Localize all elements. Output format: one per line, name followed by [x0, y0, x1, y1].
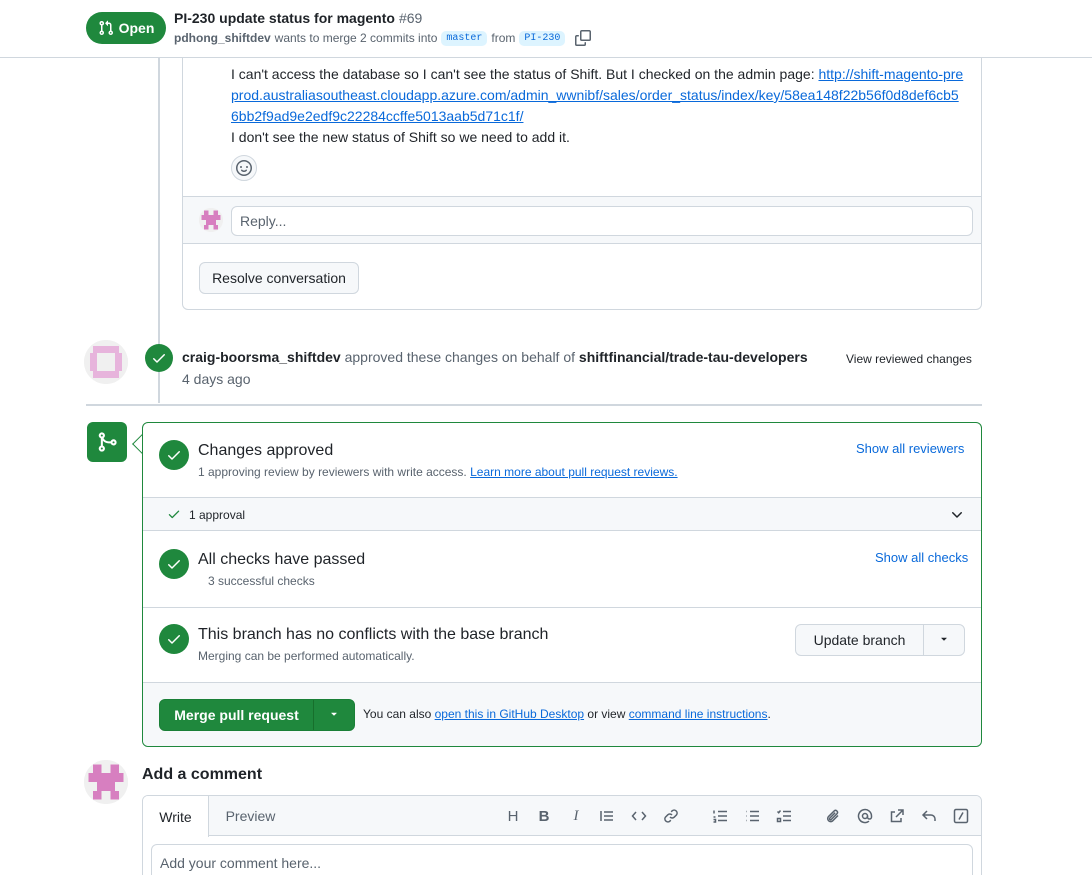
update-branch-split-button: Update branch: [795, 624, 965, 656]
pr-meta: pdhong_shiftdev wants to merge 2 commits…: [174, 30, 592, 46]
approvals-row[interactable]: 1 approval: [143, 497, 981, 531]
open-github-desktop-link[interactable]: open this in GitHub Desktop: [435, 707, 584, 721]
review-thread-card: I can't access the database so I can't s…: [182, 58, 982, 310]
show-all-checks-link[interactable]: Show all checks: [875, 550, 968, 565]
git-pull-request-icon: [99, 20, 113, 36]
avatar[interactable]: [84, 340, 128, 384]
tab-preview[interactable]: Preview: [213, 796, 288, 836]
help-prefix: You can also: [363, 707, 432, 721]
learn-more-reviews-link[interactable]: Learn more about pull request reviews.: [470, 465, 677, 479]
pr-sticky-header: Open PI-230 update status for magento #69…: [0, 0, 1092, 58]
pr-state-badge: Open: [86, 12, 166, 44]
pr-author[interactable]: pdhong_shiftdev: [174, 31, 271, 45]
mention-icon[interactable]: [856, 807, 874, 825]
help-suffix: .: [767, 707, 771, 721]
conflicts-title: This branch has no conflicts with the ba…: [198, 626, 549, 643]
chevron-down-icon[interactable]: [949, 507, 965, 523]
reference-icon[interactable]: [888, 807, 906, 825]
editor-toolbar: Write Preview H B I: [143, 796, 981, 837]
comment-editor: Write Preview H B I: [142, 795, 982, 875]
pr-number: #69: [398, 10, 423, 26]
git-merge-icon: [87, 422, 127, 462]
no-conflicts-check-icon: [159, 624, 189, 654]
checks-subtitle: 3 successful checks: [208, 574, 315, 588]
add-comment-title: Add a comment: [142, 766, 263, 783]
attach-icon[interactable]: [824, 807, 842, 825]
link-icon[interactable]: [662, 807, 680, 825]
base-branch[interactable]: master: [441, 30, 488, 46]
help-mid: or view: [587, 707, 626, 721]
approved-check-icon: [145, 344, 173, 372]
resolve-conversation-button[interactable]: Resolve conversation: [199, 262, 359, 294]
comment-line-2: I don't see the new status of Shift so w…: [231, 129, 570, 145]
unordered-list-icon[interactable]: [743, 807, 761, 825]
comment-input[interactable]: [151, 844, 973, 875]
approver-name[interactable]: craig-boorsma_shiftdev: [182, 349, 341, 365]
merge-footer: Merge pull request You can also open thi…: [143, 682, 981, 746]
ordered-list-icon[interactable]: [711, 807, 729, 825]
triangle-down-icon: [941, 637, 947, 641]
changes-approved-title: Changes approved: [198, 442, 334, 459]
command-line-instructions-link[interactable]: command line instructions: [629, 707, 768, 721]
triangle-down-icon: [331, 712, 337, 716]
tab-write[interactable]: Write: [143, 796, 209, 837]
reply-input[interactable]: [231, 206, 973, 236]
pr-from-text: from: [491, 31, 516, 45]
comment-body: I can't access the database so I can't s…: [231, 64, 966, 148]
add-reaction-button[interactable]: [231, 155, 257, 181]
update-branch-button[interactable]: Update branch: [796, 625, 924, 655]
approval-action: approved these changes on behalf of: [344, 349, 576, 365]
bold-icon[interactable]: B: [535, 807, 553, 825]
merge-box: Changes approved 1 approving review by r…: [142, 422, 982, 747]
show-all-reviewers-link[interactable]: Show all reviewers: [856, 441, 964, 456]
head-branch[interactable]: PI-230: [519, 30, 566, 46]
approvals-label: 1 approval: [189, 508, 246, 522]
smiley-icon: [236, 160, 252, 176]
checks-title: All checks have passed: [198, 551, 366, 568]
heading-icon[interactable]: H: [504, 807, 522, 825]
approval-event-text: craig-boorsma_shiftdev approved these ch…: [182, 349, 808, 365]
conflicts-subtitle: Merging can be performed automatically.: [198, 649, 415, 663]
changes-approved-subtitle: 1 approving review by reviewers with wri…: [198, 465, 678, 479]
pr-title: PI-230 update status for magento #69: [174, 10, 422, 26]
view-reviewed-changes-link[interactable]: View reviewed changes: [846, 352, 972, 366]
approved-sub-text: 1 approving review by reviewers with wri…: [198, 465, 467, 479]
reply-icon[interactable]: [920, 807, 938, 825]
merge-help-text: You can also open this in GitHub Desktop…: [363, 707, 771, 721]
merge-method-dropdown[interactable]: [314, 700, 354, 730]
changes-approved-check-icon: [159, 440, 189, 470]
code-icon[interactable]: [630, 807, 648, 825]
approver-team[interactable]: shiftfinancial/trade-tau-developers: [579, 349, 808, 365]
avatar: [199, 208, 223, 232]
update-branch-dropdown[interactable]: [924, 625, 964, 655]
copy-icon[interactable]: [575, 30, 592, 46]
approval-time[interactable]: 4 days ago: [182, 371, 251, 387]
comment-line-1: I can't access the database so I can't s…: [231, 66, 815, 82]
pr-merge-text: wants to merge 2 commits into: [274, 31, 438, 45]
reply-area: [183, 196, 981, 244]
slash-command-icon[interactable]: [952, 807, 970, 825]
pr-title-text: PI-230 update status for magento: [174, 10, 395, 26]
task-list-icon[interactable]: [775, 807, 793, 825]
italic-icon[interactable]: I: [567, 807, 585, 825]
check-icon: [167, 507, 181, 521]
checks-passed-check-icon: [159, 549, 189, 579]
merge-split-button: Merge pull request: [159, 699, 355, 731]
quote-icon[interactable]: [598, 807, 616, 825]
pr-state-label: Open: [118, 20, 155, 36]
avatar: [84, 760, 128, 804]
section-divider: [143, 607, 981, 608]
timeline-divider: [86, 404, 982, 406]
merge-pull-request-button[interactable]: Merge pull request: [160, 700, 314, 730]
